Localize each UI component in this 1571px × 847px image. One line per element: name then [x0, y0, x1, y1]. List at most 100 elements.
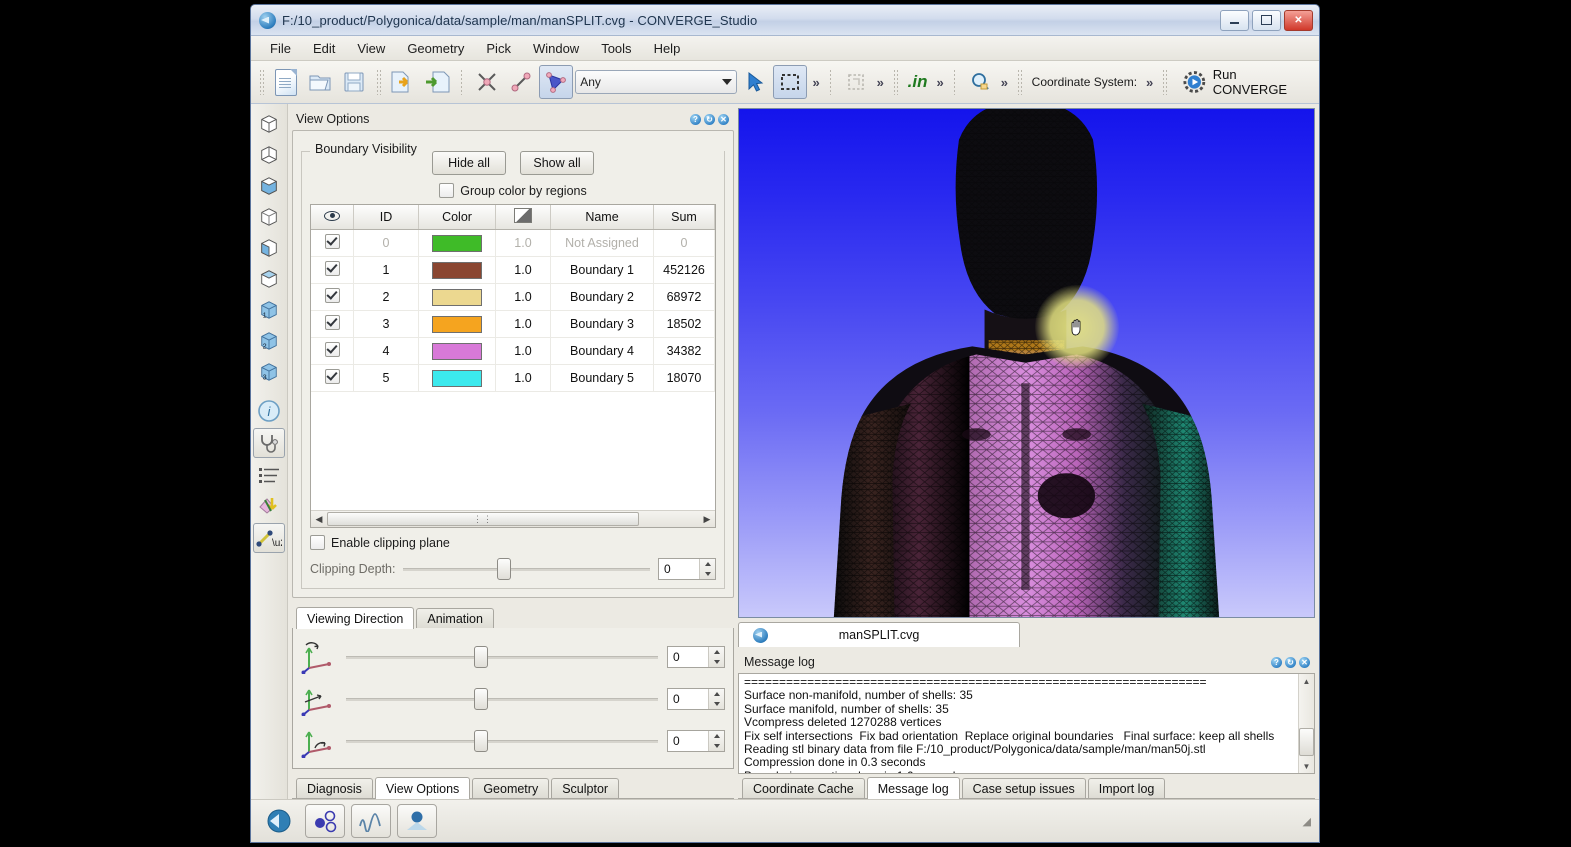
row-opacity[interactable]: 1.0 [495, 364, 551, 392]
hide-all-button[interactable]: Hide all [432, 151, 506, 175]
view-saved-3-icon[interactable]: 3 [254, 358, 284, 386]
tab-case-setup-issues[interactable]: Case setup issues [961, 778, 1086, 798]
3d-viewport[interactable] [738, 108, 1315, 618]
menu-tools[interactable]: Tools [590, 39, 642, 58]
row-visibility-cell[interactable] [311, 364, 354, 392]
show-all-button[interactable]: Show all [520, 151, 594, 175]
col-color[interactable]: Color [418, 205, 496, 230]
run-converge-button[interactable]: Run CONVERGE [1173, 67, 1319, 97]
row-visibility-checkbox[interactable] [324, 261, 340, 276]
col-visibility[interactable] [311, 205, 354, 230]
marquee-select-icon[interactable] [773, 65, 808, 99]
row-visibility-checkbox[interactable] [324, 288, 340, 303]
enable-clipping-checkbox[interactable] [310, 535, 325, 550]
converge-studio-app-icon[interactable] [259, 804, 299, 838]
rotate-z-arrows[interactable] [708, 731, 724, 751]
row-color-cell[interactable] [418, 229, 496, 257]
toolbar-overflow-5[interactable]: » [1143, 75, 1156, 90]
save-file-icon[interactable] [338, 66, 370, 98]
row-name[interactable]: Boundary 1 [550, 256, 654, 284]
row-name[interactable]: Boundary 5 [550, 364, 654, 392]
row-opacity[interactable]: 1.0 [495, 229, 551, 257]
message-log-scrollbar[interactable]: ▲ ▼ [1298, 674, 1314, 773]
close-button[interactable]: ✕ [1284, 9, 1313, 31]
enable-clipping-row[interactable]: Enable clipping plane [310, 535, 716, 550]
table-row[interactable]: 5 1.0 Boundary 5 18070 [311, 364, 715, 392]
clipping-depth-arrows[interactable] [699, 559, 715, 579]
log-scroll-up[interactable]: ▲ [1303, 674, 1311, 688]
rotate-x-arrows[interactable] [708, 647, 724, 667]
tab-viewing-direction[interactable]: Viewing Direction [296, 607, 415, 629]
row-color-cell[interactable] [418, 256, 496, 284]
toolbar-grip-2[interactable] [376, 69, 382, 95]
view-top-icon[interactable] [254, 265, 284, 293]
table-row[interactable]: 2 1.0 Boundary 2 68972 [311, 283, 715, 311]
toolbar-overflow-3[interactable]: » [933, 75, 946, 90]
row-opacity[interactable]: 1.0 [495, 256, 551, 284]
row-color-cell[interactable] [418, 283, 496, 311]
panel-float-button[interactable]: ↻ [704, 113, 715, 125]
table-row[interactable]: 3 1.0 Boundary 3 18502 [311, 310, 715, 338]
rotate-y-spinner[interactable]: 0 [667, 688, 725, 710]
table-row[interactable]: 0 1.0 Not Assigned 0 [311, 229, 715, 257]
menu-geometry[interactable]: Geometry [396, 39, 475, 58]
clipping-depth-thumb[interactable] [497, 558, 512, 580]
open-file-icon[interactable] [304, 66, 336, 98]
list-icon[interactable] [254, 461, 284, 489]
tab-diagnosis[interactable]: Diagnosis [296, 778, 373, 798]
scroll-right-arrow[interactable]: ▶ [699, 514, 715, 525]
molecule-app-icon[interactable] [305, 804, 345, 838]
clipping-depth-spinner[interactable]: 0 [658, 558, 716, 580]
table-row[interactable]: 1 1.0 Boundary 1 452126 [311, 256, 715, 284]
panel-help-button[interactable]: ? [690, 113, 701, 125]
rotate-z-thumb[interactable] [473, 730, 488, 752]
group-color-row[interactable]: Group color by regions [310, 183, 716, 198]
row-name[interactable]: Boundary 3 [550, 310, 654, 338]
tab-animation[interactable]: Animation [416, 608, 494, 628]
col-id[interactable]: ID [353, 205, 419, 230]
row-visibility-cell[interactable] [311, 337, 354, 365]
waveform-app-icon[interactable] [351, 804, 391, 838]
status-resize-grip[interactable]: ◢ [1303, 815, 1311, 828]
scroll-thumb[interactable]: ⋮⋮ [327, 512, 639, 526]
clipping-depth-slider[interactable] [403, 558, 650, 580]
scroll-left-arrow[interactable]: ◀ [311, 514, 327, 525]
view-front-icon[interactable] [254, 172, 284, 200]
rotate-z-spinner[interactable]: 0 [667, 730, 725, 752]
view-iso2-icon[interactable] [254, 141, 284, 169]
col-opacity[interactable] [495, 205, 551, 230]
toolbar-overflow-1[interactable]: » [809, 75, 822, 90]
toolbar-grip-6[interactable] [952, 69, 958, 95]
zoom-search-icon[interactable] [963, 66, 995, 98]
rotate-x-slider[interactable] [346, 646, 658, 668]
row-visibility-cell[interactable] [311, 310, 354, 338]
menu-pick[interactable]: Pick [475, 39, 522, 58]
menu-edit[interactable]: Edit [302, 39, 346, 58]
menu-file[interactable]: File [259, 39, 302, 58]
view-left-icon[interactable] [254, 234, 284, 262]
tab-message-log[interactable]: Message log [866, 777, 960, 799]
log-close-button[interactable]: ✕ [1299, 656, 1310, 668]
toolbar-grip-5[interactable] [892, 69, 898, 95]
view-back-icon[interactable] [254, 203, 284, 231]
rotate-x-spinner[interactable]: 0 [667, 646, 725, 668]
coordinate-system-label[interactable]: Coordinate System: [1028, 75, 1141, 89]
group-color-checkbox[interactable] [439, 183, 455, 198]
post-process-app-icon[interactable] [397, 804, 437, 838]
table-horizontal-scrollbar[interactable]: ◀ ⋮⋮ ▶ [311, 510, 715, 527]
toolbar-overflow-2[interactable]: » [874, 75, 887, 90]
rotate-y-arrows[interactable] [708, 689, 724, 709]
panel-close-button[interactable]: ✕ [718, 113, 729, 125]
view-saved-1-icon[interactable]: 1 [254, 296, 284, 324]
row-opacity[interactable]: 1.0 [495, 283, 551, 311]
log-scroll-thumb[interactable] [1299, 728, 1314, 756]
toolbar-grip-7[interactable] [1016, 69, 1022, 95]
row-opacity[interactable]: 1.0 [495, 310, 551, 338]
tab-coordinate-cache[interactable]: Coordinate Cache [742, 778, 865, 798]
tab-sculptor[interactable]: Sculptor [551, 778, 620, 798]
row-visibility-checkbox[interactable] [324, 315, 340, 330]
row-visibility-checkbox[interactable] [324, 342, 340, 357]
point-pair-icon[interactable] [505, 66, 537, 98]
col-name[interactable]: Name [550, 205, 654, 230]
table-row[interactable]: 4 1.0 Boundary 4 34382 [311, 337, 715, 365]
